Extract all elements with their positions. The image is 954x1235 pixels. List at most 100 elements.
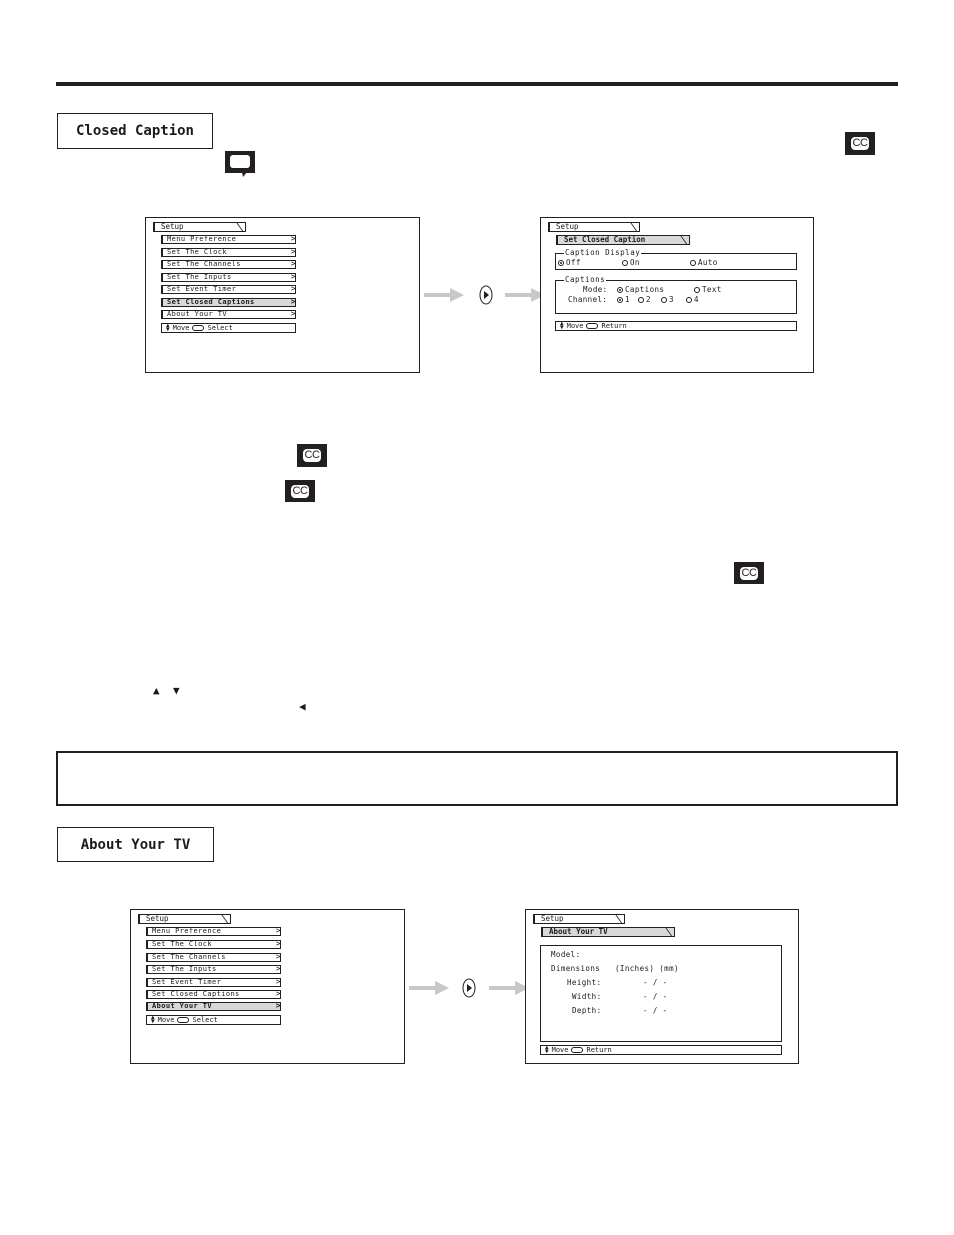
chevron-right-icon: > [275, 939, 281, 948]
menu-item-set-closed-captions[interactable]: Set Closed Captions > [161, 298, 296, 307]
radio-channel-4[interactable]: 4 [686, 295, 699, 304]
about-info-panel: Model: Dimensions (Inches) (mm) Height: … [540, 945, 782, 1042]
width-value: - / - [643, 992, 668, 1001]
menu-item-set-the-inputs[interactable]: Set The Inputs > [161, 273, 296, 282]
cc-icon: CC [734, 562, 764, 584]
width-label: Width: [572, 992, 602, 1001]
height-value: - / - [643, 978, 668, 987]
captions-group: Captions Mode: Captions Text Channel: 1 … [555, 275, 797, 314]
up-down-icon: ▲ ▼ [560, 320, 564, 331]
up-down-icon: ▲ ▼ [545, 1044, 549, 1055]
setup-menu-screen-about: Setup Menu Preference > Set The Clock > Se… [130, 909, 405, 1064]
down-arrow-icon: ▼ [173, 684, 180, 697]
up-arrow-icon: ▲ [153, 684, 160, 697]
units-label: (Inches) (mm) [615, 964, 679, 973]
cc-icon: CC [285, 480, 315, 502]
menu-item-set-the-clock[interactable]: Set The Clock > [161, 248, 296, 257]
hint-bar: ▲ ▼ Move Return [555, 321, 797, 331]
radio-empty-icon [661, 297, 667, 303]
tab-about-your-tv: About Your TV [541, 927, 675, 937]
tab-setup: Setup [548, 222, 640, 232]
chevron-right-icon: > [290, 259, 296, 268]
note-box [56, 751, 898, 806]
chevron-right-icon: > [290, 234, 296, 243]
setup-menu-screen: Setup Menu Preference > Set The Clock > Se… [145, 217, 420, 373]
chevron-right-icon: > [275, 952, 281, 961]
radio-mode-text[interactable]: Text [694, 285, 722, 294]
chevron-right-icon: > [290, 309, 296, 318]
hint-bar: ▲ ▼ Move Return [540, 1045, 782, 1055]
radio-empty-icon [622, 260, 628, 266]
caption-display-group: Caption Display Off On Auto [555, 248, 797, 270]
hint-bar: ▲ ▼ Move Select [146, 1015, 281, 1025]
closed-caption-screen: Setup Set Closed Caption Caption Display… [540, 217, 814, 373]
enter-button-icon [462, 978, 476, 998]
radio-channel-2[interactable]: 2 [638, 295, 651, 304]
cc-icon: CC [845, 132, 875, 155]
about-tv-screen: Setup About Your TV Model: Dimensions (I… [525, 909, 799, 1064]
tab-setup: Setup [153, 222, 246, 232]
return-button-icon [586, 323, 599, 329]
menu-item-menu-preference[interactable]: Menu Preference > [146, 927, 281, 936]
radio-empty-icon [686, 297, 692, 303]
radio-off[interactable]: Off [558, 258, 581, 267]
mode-label: Mode: [583, 285, 608, 294]
dimensions-label: Dimensions [551, 964, 601, 973]
radio-on[interactable]: On [622, 258, 640, 267]
tab-setup: Setup [533, 914, 625, 924]
radio-selected-icon [558, 260, 564, 266]
menu-item-about-your-tv[interactable]: About Your TV > [161, 310, 296, 319]
menu-item-set-closed-captions[interactable]: Set Closed Captions > [146, 990, 281, 999]
left-arrow-icon: ◀ [299, 700, 306, 713]
chevron-right-icon: > [290, 284, 296, 293]
radio-mode-captions[interactable]: Captions [617, 285, 664, 294]
section-title-text: About Your TV [80, 836, 191, 853]
chevron-right-icon: > [290, 297, 296, 306]
arrow-right-icon [409, 981, 449, 995]
chevron-right-icon: > [275, 1001, 281, 1010]
height-label: Height: [567, 978, 602, 987]
menu-item-set-event-timer[interactable]: Set Event Timer > [161, 285, 296, 294]
chevron-right-icon: > [275, 964, 281, 973]
arrow-right-icon [424, 288, 464, 302]
header-rule [56, 82, 898, 86]
menu-item-set-the-clock[interactable]: Set The Clock > [146, 940, 281, 949]
return-button-icon [571, 1047, 584, 1053]
section-title-closed-caption: Closed Caption [57, 113, 213, 149]
menu-item-menu-preference[interactable]: Menu Preference > [161, 235, 296, 244]
radio-empty-icon [638, 297, 644, 303]
tab-set-closed-caption: Set Closed Caption [556, 235, 690, 245]
speech-bubble-icon [225, 151, 255, 177]
chevron-right-icon: > [275, 977, 281, 986]
radio-channel-3[interactable]: 3 [661, 295, 674, 304]
menu-item-about-your-tv[interactable]: About Your TV > [146, 1002, 281, 1011]
tab-setup: Setup [138, 914, 231, 924]
chevron-right-icon: > [290, 272, 296, 281]
menu-item-set-the-channels[interactable]: Set The Channels > [161, 260, 296, 269]
section-title-text: Closed Caption [75, 123, 194, 139]
chevron-right-icon: > [275, 989, 281, 998]
up-down-icon: ▲ ▼ [166, 322, 170, 333]
model-label: Model: [551, 950, 581, 959]
channel-label: Channel: [568, 295, 608, 304]
menu-item-set-the-channels[interactable]: Set The Channels > [146, 953, 281, 962]
hint-bar: ▲ ▼ Move Select [161, 323, 296, 333]
chevron-right-icon: > [275, 926, 281, 935]
select-button-icon [177, 1017, 190, 1023]
radio-empty-icon [690, 260, 696, 266]
depth-label: Depth: [572, 1006, 602, 1015]
radio-selected-icon [617, 287, 623, 293]
select-button-icon [192, 325, 205, 331]
radio-auto[interactable]: Auto [690, 258, 718, 267]
captions-legend: Captions [564, 275, 607, 284]
caption-display-legend: Caption Display [564, 248, 642, 257]
menu-item-set-the-inputs[interactable]: Set The Inputs > [146, 965, 281, 974]
section-title-about-your-tv: About Your TV [57, 827, 214, 862]
menu-item-set-event-timer[interactable]: Set Event Timer > [146, 978, 281, 987]
radio-channel-1[interactable]: 1 [617, 295, 630, 304]
up-down-icon: ▲ ▼ [151, 1014, 155, 1025]
chevron-right-icon: > [290, 247, 296, 256]
enter-button-icon [479, 285, 493, 305]
radio-empty-icon [694, 287, 700, 293]
depth-value: - / - [643, 1006, 668, 1015]
